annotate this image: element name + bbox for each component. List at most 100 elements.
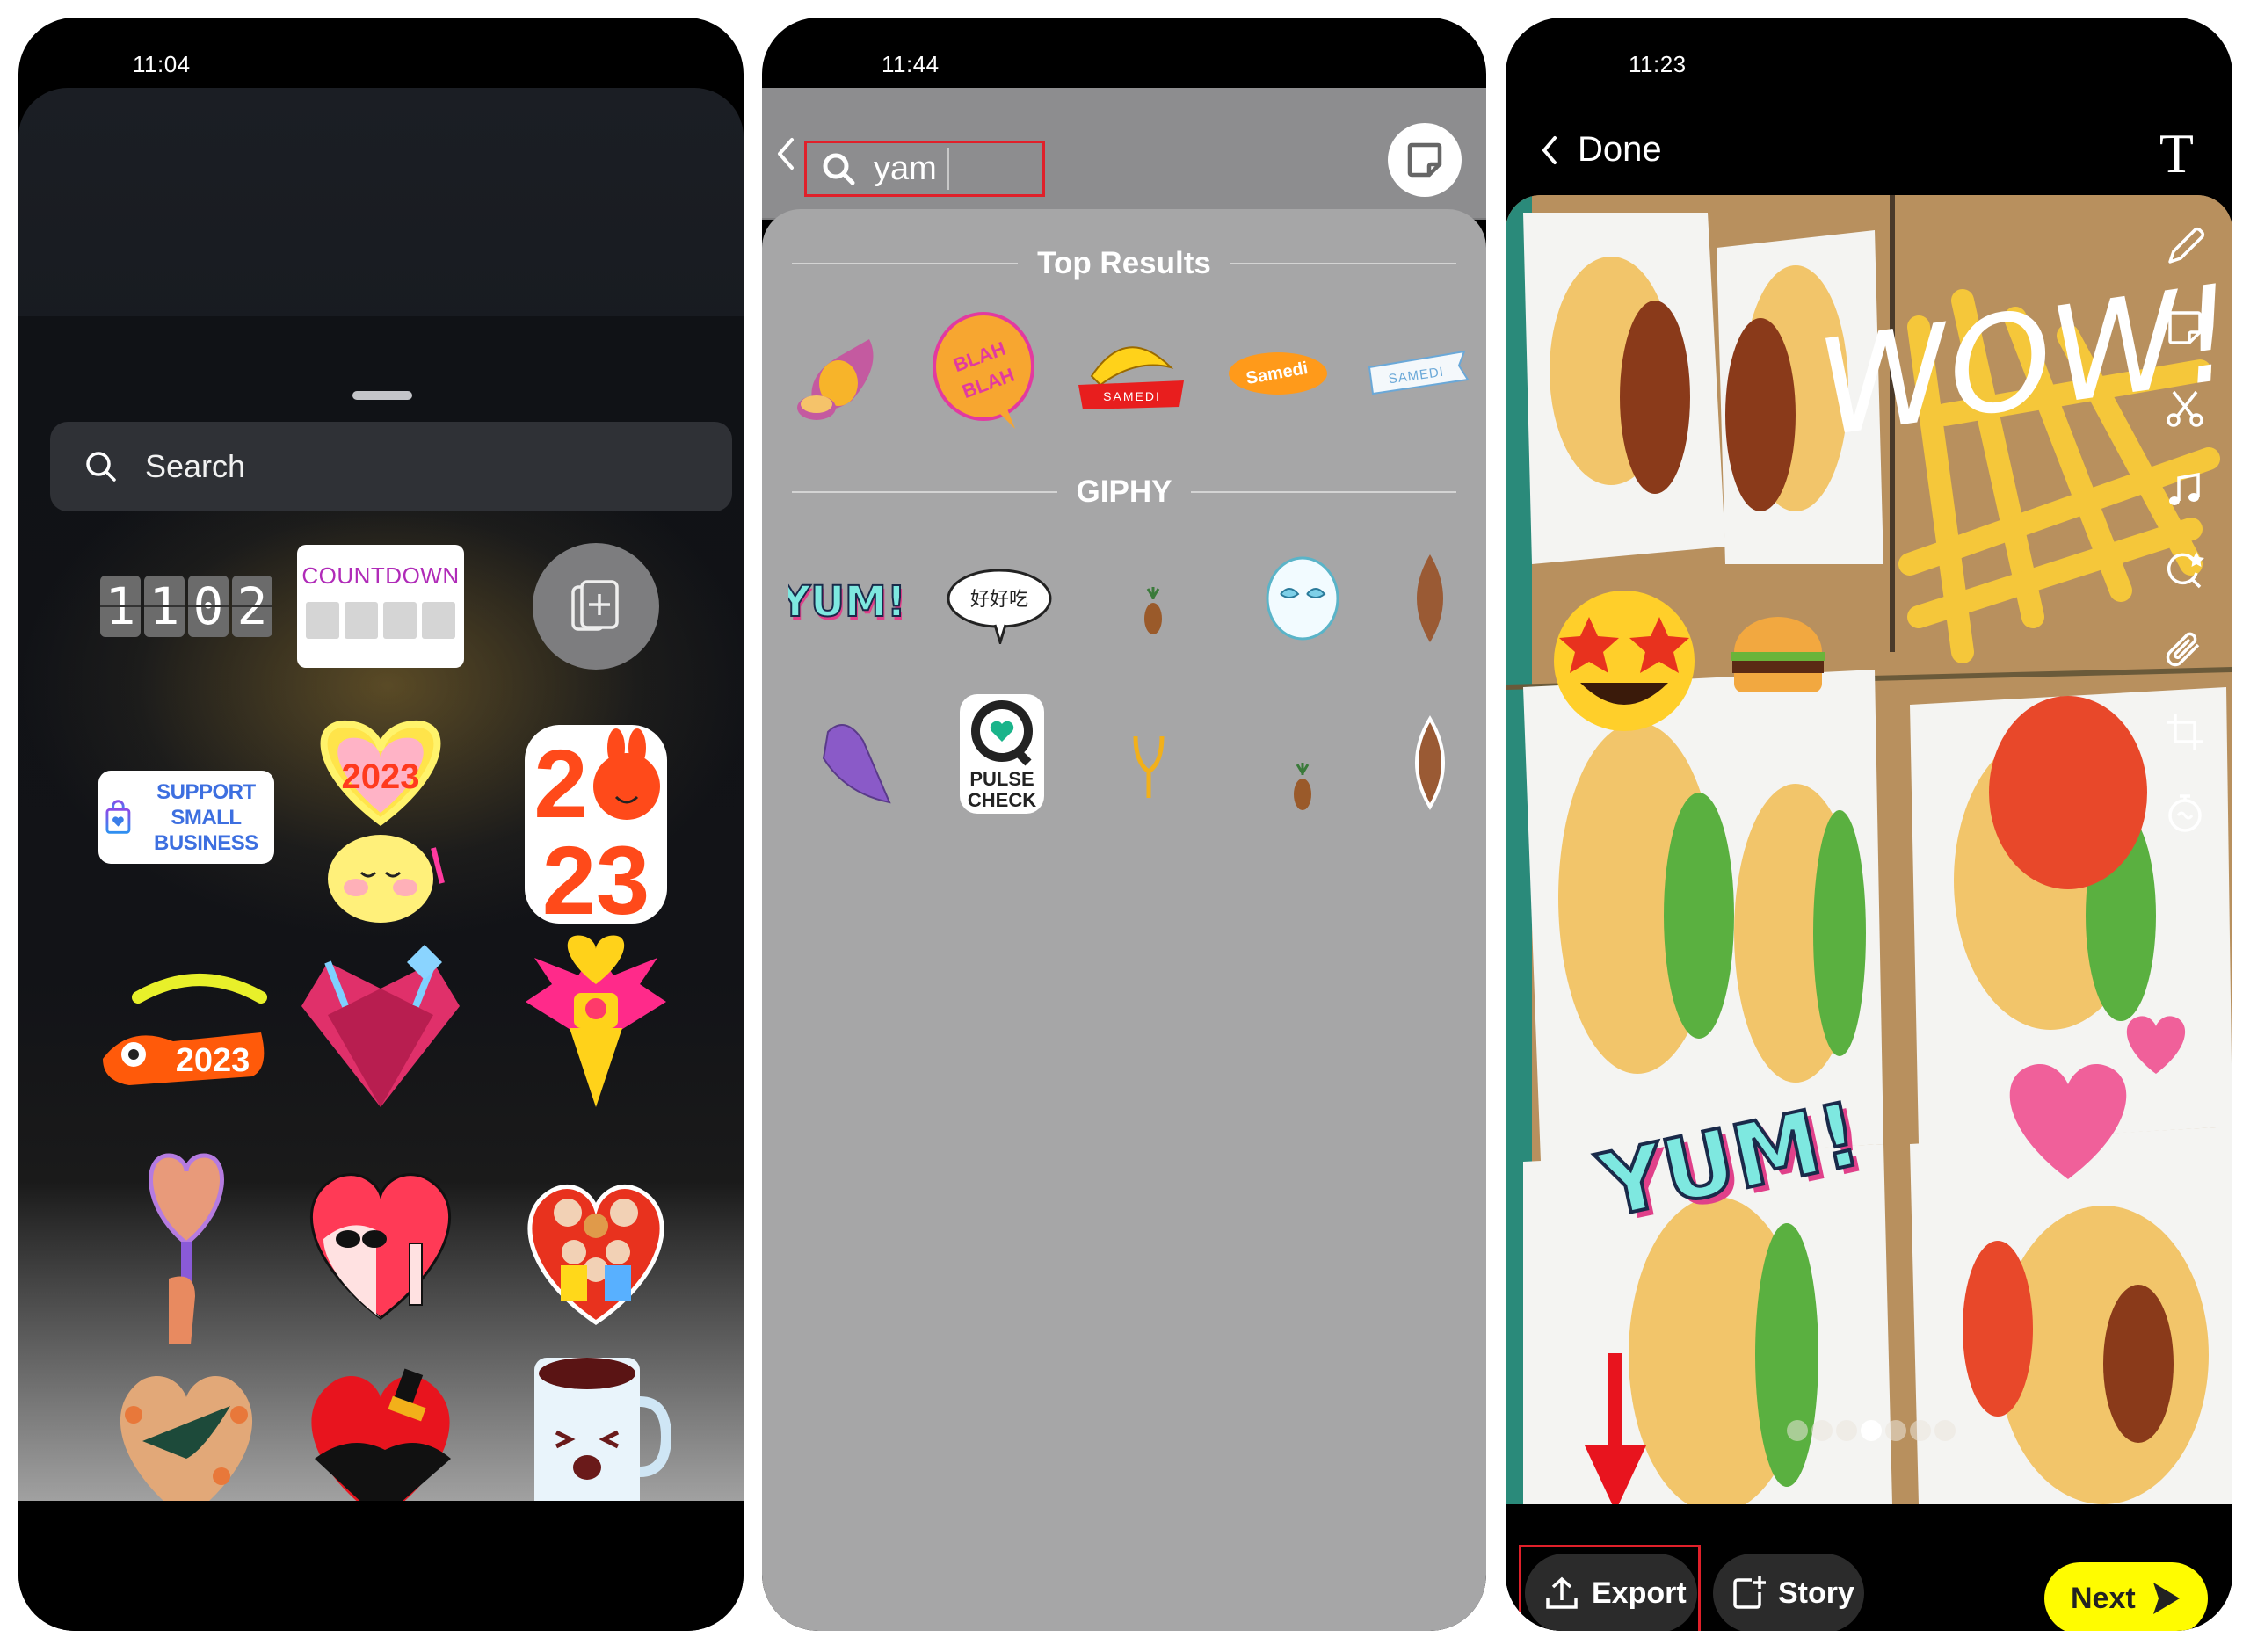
bubble-text: 好好吃	[970, 589, 1028, 611]
export-button[interactable]: Export	[1525, 1554, 1697, 1631]
countdown-label: COUNTDOWN	[301, 562, 460, 589]
brown-yam	[1415, 715, 1445, 810]
bunny-numbers-illustration: 2 23	[525, 725, 667, 927]
blah-blah-sticker[interactable]: BLAH BLAH	[918, 306, 1050, 438]
next-button[interactable]: Next	[2044, 1562, 2208, 1631]
back-chevron-icon[interactable]	[776, 136, 795, 171]
clock-digit: 1	[144, 576, 185, 637]
page-dot[interactable]	[1787, 1420, 1808, 1441]
brown-yam-outlined-sticker[interactable]	[1377, 697, 1465, 829]
page-dot[interactable]	[1910, 1420, 1931, 1441]
sticker-grid: 1 1 0 2 COUNTDOWN SUPPORT SMALL BUSINESS…	[18, 316, 744, 1525]
add-yours-sticker[interactable]	[504, 514, 688, 699]
svg-text:PULSE: PULSE	[969, 768, 1034, 790]
purple-yam-sticker[interactable]	[788, 697, 920, 829]
sprouting-yam-sticker[interactable]	[1087, 543, 1219, 675]
pencil-tool[interactable]	[2159, 221, 2210, 272]
sweet-potato-illustration	[797, 339, 874, 420]
family-heart-sticker[interactable]	[504, 1147, 688, 1340]
my-stickers-button[interactable]	[1388, 123, 1462, 197]
monday-mug-sticker[interactable]: MONDAY	[504, 1349, 688, 1525]
snap-photo[interactable]: WOW! YUM! YUM!	[1506, 195, 2232, 1504]
music-tool[interactable]	[2159, 464, 2210, 515]
scissors-tool[interactable]	[2159, 383, 2210, 434]
moon-face-sticker[interactable]	[1237, 533, 1368, 664]
pulse-check-sticker[interactable]: PULSE CHECK	[936, 688, 1068, 820]
page-dot[interactable]	[1885, 1420, 1906, 1441]
page-dot[interactable]	[1811, 1420, 1833, 1441]
text-tool-button[interactable]: T	[2159, 121, 2194, 186]
sprouting-yam-small-sticker[interactable]	[1237, 719, 1368, 851]
attachment-tool[interactable]	[2159, 626, 2210, 677]
clock-sticker[interactable]: 1 1 0 2	[94, 514, 279, 699]
brown-yam-sticker[interactable]	[1377, 533, 1465, 664]
bananas-illustration: SAMEDI	[1078, 346, 1184, 409]
svg-text:23: 23	[542, 827, 650, 927]
add-to-story-button[interactable]: Story	[1713, 1554, 1864, 1631]
sweet-potato-sticker[interactable]	[773, 313, 904, 445]
heart-mirror-sticker[interactable]	[94, 1147, 279, 1349]
yum-sticker[interactable]: YUM! YUM!	[780, 539, 911, 670]
star-struck-emoji	[1554, 591, 1695, 731]
sticker-search-input[interactable]: yam	[804, 141, 1045, 197]
peeking-heart-sticker[interactable]	[288, 1147, 473, 1340]
countdown-sticker[interactable]: COUNTDOWN	[288, 514, 473, 699]
monday-mug-illustration: MONDAY	[530, 1358, 672, 1525]
section-title: GIPHY	[1076, 475, 1172, 509]
page-dot[interactable]	[1836, 1420, 1857, 1441]
new-year-2023-leaping-rabbit-sticker[interactable]: 2023	[94, 940, 279, 1125]
navigation-bar	[18, 1501, 744, 1631]
crop-tool[interactable]	[2159, 706, 2210, 757]
hummingbird-heart-illustration	[120, 1375, 253, 1520]
moon-face	[1266, 556, 1339, 641]
export-label: Export	[1592, 1576, 1687, 1610]
crystal-heart-sticker[interactable]	[288, 931, 473, 1116]
timer-tool[interactable]	[2159, 787, 2210, 838]
svg-text:2: 2	[533, 730, 587, 838]
sticker-tool[interactable]	[2159, 302, 2210, 353]
blah-blah-bubble: BLAHBLAH	[933, 312, 1034, 429]
clock-digit: 1	[100, 576, 141, 637]
scissors-icon	[2167, 390, 2203, 427]
bananas-samedi-sticker[interactable]: SAMEDI	[1065, 306, 1197, 438]
status-bar-time: 11:23	[1629, 51, 1687, 77]
samedi-ribbon: SAMEDI	[1368, 350, 1470, 395]
crystal-heart-illustration	[301, 945, 460, 1107]
phone-screen-sticker-search: 11:44 yam Top Results BLAH BLAH SAMEDI Sa…	[762, 18, 1486, 1631]
heart-mask-sticker[interactable]	[504, 931, 688, 1116]
family-heart-illustration	[527, 1185, 664, 1326]
crop-icon	[2167, 714, 2203, 750]
slingshot-sticker[interactable]	[1087, 697, 1219, 829]
slingshot	[1133, 735, 1165, 798]
pulse-check-logo: PULSECHECK	[960, 694, 1044, 814]
music-icon	[2169, 472, 2200, 505]
hummingbird-heart-sticker[interactable]	[94, 1349, 279, 1525]
samedi-ribbon-sticker[interactable]: SAMEDI	[1353, 306, 1484, 438]
clock-digit: 0	[188, 576, 229, 637]
phone-screen-snap-editor: 11:23 Done T WOW! YUM! YUM! Export Story…	[1506, 18, 2232, 1631]
page-indicator	[1787, 1420, 1956, 1441]
afro-pick-heart-sticker[interactable]	[288, 1349, 473, 1525]
speech-bubble: 好好吃	[947, 569, 1052, 644]
svg-text:SAMEDI: SAMEDI	[1103, 389, 1161, 403]
done-button[interactable]: Done	[1541, 130, 1662, 170]
food-photo-illustration: WOW! YUM!YUM!	[1506, 195, 2232, 1504]
heart-mirror-illustration	[149, 1153, 224, 1344]
page-dot[interactable]	[1861, 1420, 1882, 1441]
lens-search-tool[interactable]	[2159, 545, 2210, 596]
hao-hao-chi-bubble-sticker[interactable]: 好好吃	[933, 539, 1065, 670]
search-query: yam	[874, 149, 937, 187]
clock-digit: 2	[232, 576, 272, 637]
sprouting-yam	[1294, 763, 1311, 810]
peeking-heart-illustration	[309, 1173, 452, 1320]
support-small-business-sticker[interactable]: SUPPORT SMALL BUSINESS	[94, 725, 279, 909]
section-giphy: GIPHY	[792, 475, 1456, 510]
samedi-splash-sticker[interactable]: Samedi	[1212, 306, 1344, 438]
new-year-2023-bunny-heart-sticker[interactable]: 2023	[288, 716, 473, 927]
editor-toolbar	[2157, 221, 2213, 838]
yum-text-art: YUM!YUM!	[788, 576, 903, 630]
add-story-icon	[1733, 1576, 1766, 1609]
page-dot[interactable]	[1934, 1420, 1956, 1441]
new-year-2023-bunny-numbers-sticker[interactable]: 2 23	[504, 716, 688, 927]
phone-screen-sticker-tray: 11:04 Search 1 1 0 2 COUNTDOWN SUPPORT S…	[18, 18, 744, 1631]
